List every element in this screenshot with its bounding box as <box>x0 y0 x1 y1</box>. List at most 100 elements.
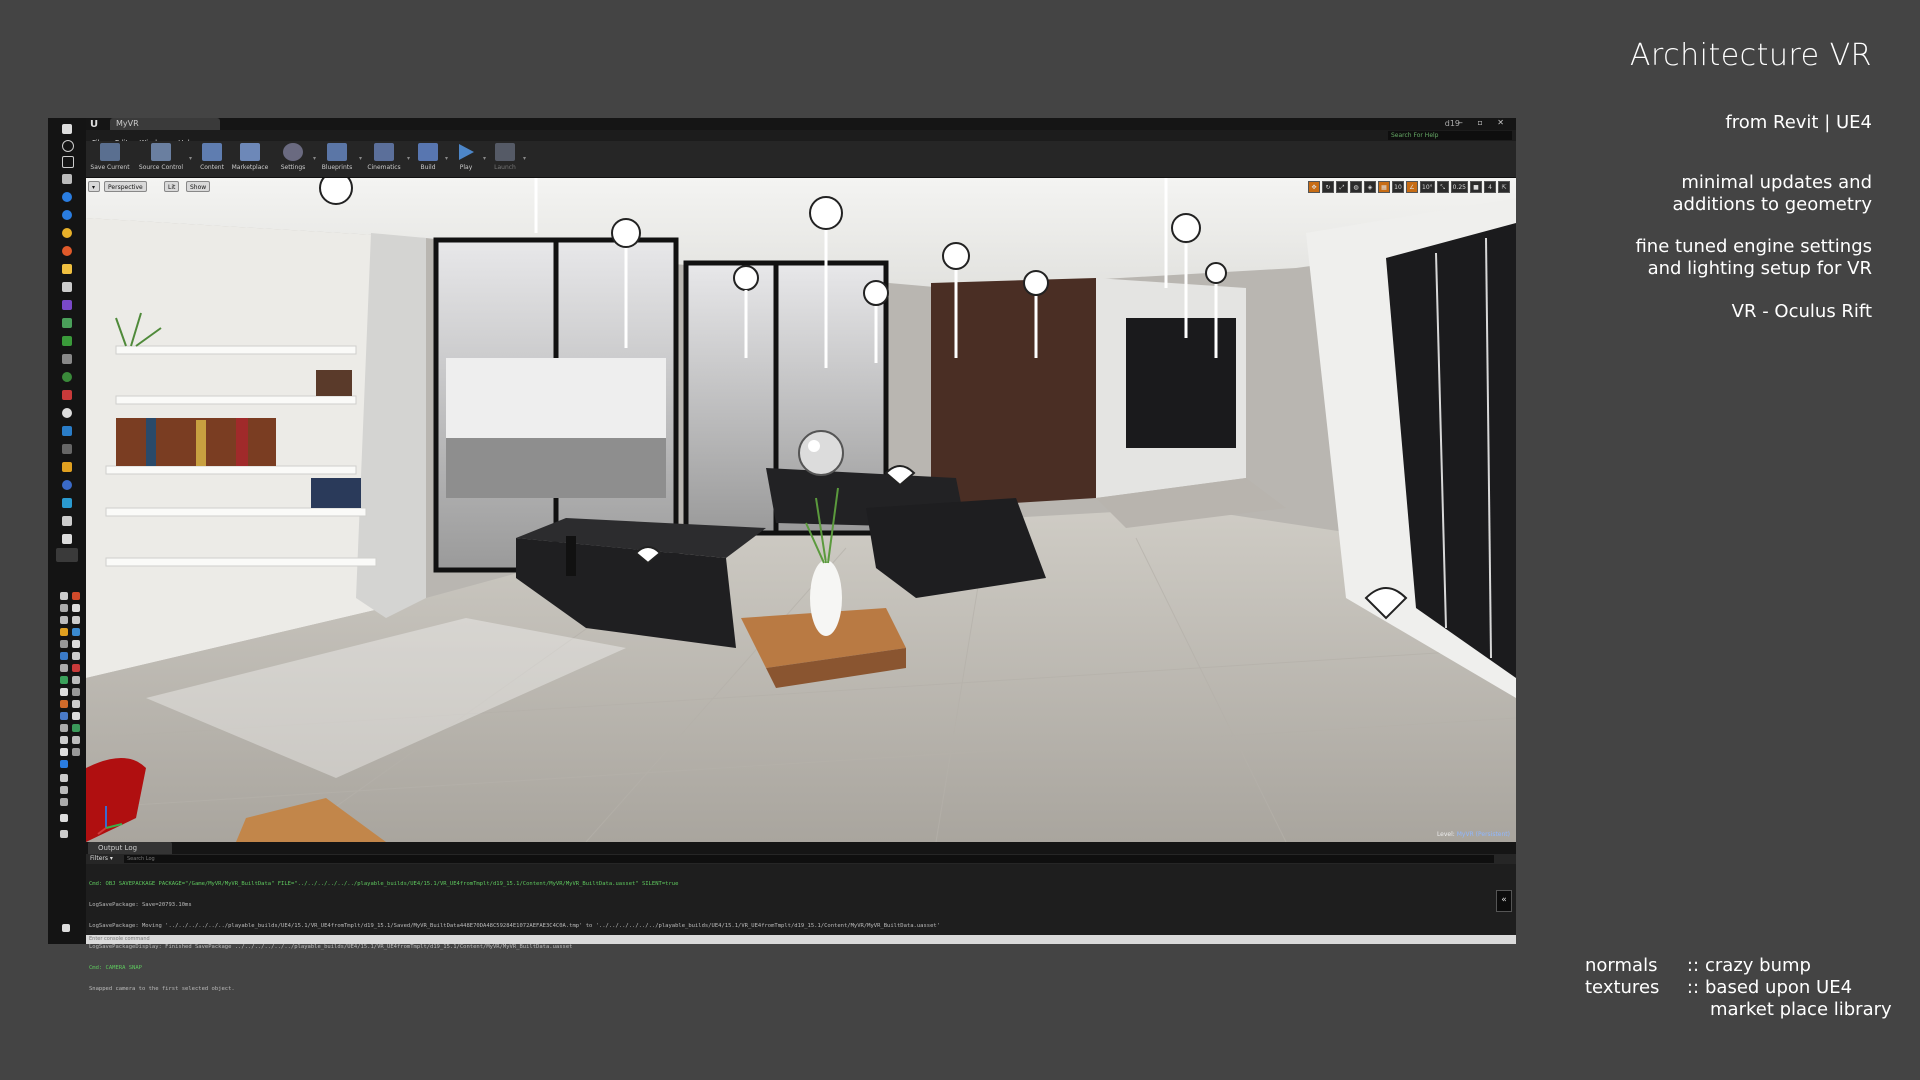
dropdown-arrow-icon[interactable]: ▾ <box>313 155 316 162</box>
excel-icon[interactable] <box>62 336 72 346</box>
source-control-button[interactable]: Source Control ▾ <box>138 143 192 175</box>
app-icon[interactable] <box>62 372 72 382</box>
scroll-to-end-button[interactable]: « <box>1496 890 1512 912</box>
tray-icon[interactable] <box>60 592 68 600</box>
tray-icon[interactable] <box>72 640 80 648</box>
tray-icon[interactable] <box>60 774 68 782</box>
tray-icon[interactable] <box>60 604 68 612</box>
tray-icon[interactable] <box>60 830 68 838</box>
task-view-icon[interactable] <box>62 156 74 168</box>
dropdown-arrow-icon[interactable]: ▾ <box>359 155 362 162</box>
chrome-icon[interactable] <box>62 228 72 238</box>
search-help-input[interactable]: Search For Help <box>1388 131 1512 140</box>
level-tab[interactable]: MyVR <box>110 118 220 130</box>
app-icon[interactable] <box>62 282 72 292</box>
output-log-tab[interactable]: Output Log <box>88 842 172 854</box>
notification-icon[interactable] <box>62 924 70 932</box>
rotation-snap-icon[interactable]: ∠ <box>1406 181 1418 193</box>
scale-snap-value[interactable]: 0.25 <box>1450 181 1468 193</box>
tray-icon[interactable] <box>72 664 80 672</box>
rotation-snap-value[interactable]: 10° <box>1420 181 1435 193</box>
firefox-icon[interactable] <box>62 246 72 256</box>
tray-icon[interactable] <box>60 676 68 684</box>
launch-button[interactable]: Launch ▾ <box>492 143 526 175</box>
maximize-viewport-icon[interactable]: ⇱ <box>1498 181 1510 193</box>
surface-snap-icon[interactable]: ◈ <box>1364 181 1376 193</box>
app-icon[interactable] <box>62 174 72 184</box>
camera-speed-value[interactable]: 4 <box>1484 181 1496 193</box>
volume-icon[interactable] <box>60 814 68 822</box>
app-icon[interactable] <box>62 480 72 490</box>
dropdown-arrow-icon[interactable]: ▾ <box>407 155 410 162</box>
tray-icon[interactable] <box>60 664 68 672</box>
marketplace-button[interactable]: Marketplace <box>230 143 270 175</box>
app-icon[interactable] <box>62 318 72 328</box>
search-log-input[interactable]: Search Log <box>124 855 1494 863</box>
tray-icon[interactable] <box>72 628 80 636</box>
app-icon[interactable] <box>62 426 72 436</box>
tray-icon[interactable] <box>60 736 68 744</box>
tray-icon[interactable] <box>72 700 80 708</box>
cinematics-button[interactable]: Cinematics ▾ <box>366 143 410 175</box>
tray-icon[interactable] <box>60 748 68 756</box>
tray-icon[interactable] <box>72 592 80 600</box>
app-icon[interactable] <box>62 300 72 310</box>
windows-start-icon[interactable] <box>62 124 72 134</box>
filters-button[interactable]: Filters ▾ <box>90 854 113 864</box>
play-button[interactable]: Play ▾ <box>454 143 486 175</box>
app-icon[interactable] <box>62 444 72 454</box>
tray-icon[interactable] <box>60 688 68 696</box>
bluetooth-icon[interactable] <box>60 760 68 768</box>
app-icon[interactable] <box>62 534 72 544</box>
save-current-button[interactable]: Save Current <box>90 143 130 175</box>
tray-icon[interactable] <box>72 604 80 612</box>
lit-button[interactable]: Lit <box>164 181 180 192</box>
grid-snap-icon[interactable]: ▦ <box>1378 181 1390 193</box>
dropdown-arrow-icon[interactable]: ▾ <box>483 155 486 162</box>
dropdown-arrow-icon[interactable]: ▾ <box>189 155 192 162</box>
console-command-input[interactable]: Enter console command <box>86 935 1516 944</box>
tray-icon[interactable] <box>60 724 68 732</box>
tray-icon[interactable] <box>72 652 80 660</box>
build-button[interactable]: Build ▾ <box>416 143 448 175</box>
app-icon[interactable] <box>62 390 72 400</box>
perspective-button[interactable]: Perspective <box>104 181 147 192</box>
tray-icon[interactable] <box>72 688 80 696</box>
tray-icon[interactable] <box>72 736 80 744</box>
tray-icon[interactable] <box>60 712 68 720</box>
settings-button[interactable]: Settings ▾ <box>278 143 316 175</box>
tray-icon[interactable] <box>60 640 68 648</box>
tray-icon[interactable] <box>60 616 68 624</box>
content-button[interactable]: Content <box>198 143 226 175</box>
scale-snap-icon[interactable]: ⤡ <box>1436 181 1449 193</box>
camera-speed-icon[interactable]: ■ <box>1470 181 1482 193</box>
app-icon[interactable] <box>62 516 72 526</box>
tray-icon[interactable] <box>60 652 68 660</box>
app-icon[interactable] <box>62 408 72 418</box>
edge-icon[interactable] <box>62 192 72 202</box>
window-controls[interactable]: ‒ ▫ ✕ <box>1458 118 1510 127</box>
app-icon[interactable] <box>62 498 72 508</box>
world-space-icon[interactable]: ◍ <box>1350 181 1362 193</box>
search-icon[interactable] <box>62 140 74 152</box>
tray-icon[interactable] <box>72 676 80 684</box>
translate-tool-icon[interactable]: ✥ <box>1308 181 1320 193</box>
scale-tool-icon[interactable]: ⤢ <box>1336 181 1348 193</box>
unreal-taskbar-icon[interactable] <box>56 548 78 562</box>
tray-icon[interactable] <box>72 616 80 624</box>
level-viewport[interactable]: ▾ Perspective Lit Show ✥ ↻ ⤢ ◍ ◈ ▦ 10 ∠ … <box>86 178 1516 842</box>
blueprints-button[interactable]: Blueprints ▾ <box>320 143 362 175</box>
tray-icon[interactable] <box>60 700 68 708</box>
app-icon[interactable] <box>62 462 72 472</box>
folder-icon[interactable] <box>62 264 72 274</box>
tray-icon[interactable] <box>72 712 80 720</box>
tray-icon[interactable] <box>60 628 68 636</box>
show-button[interactable]: Show <box>186 181 211 192</box>
network-icon[interactable] <box>60 786 68 794</box>
app-icon[interactable] <box>62 354 72 364</box>
rotate-tool-icon[interactable]: ↻ <box>1322 181 1334 193</box>
tray-icon[interactable] <box>72 748 80 756</box>
ie-icon[interactable] <box>62 210 72 220</box>
dropdown-arrow-icon[interactable]: ▾ <box>445 155 448 162</box>
grid-snap-value[interactable]: 10 <box>1392 181 1404 193</box>
